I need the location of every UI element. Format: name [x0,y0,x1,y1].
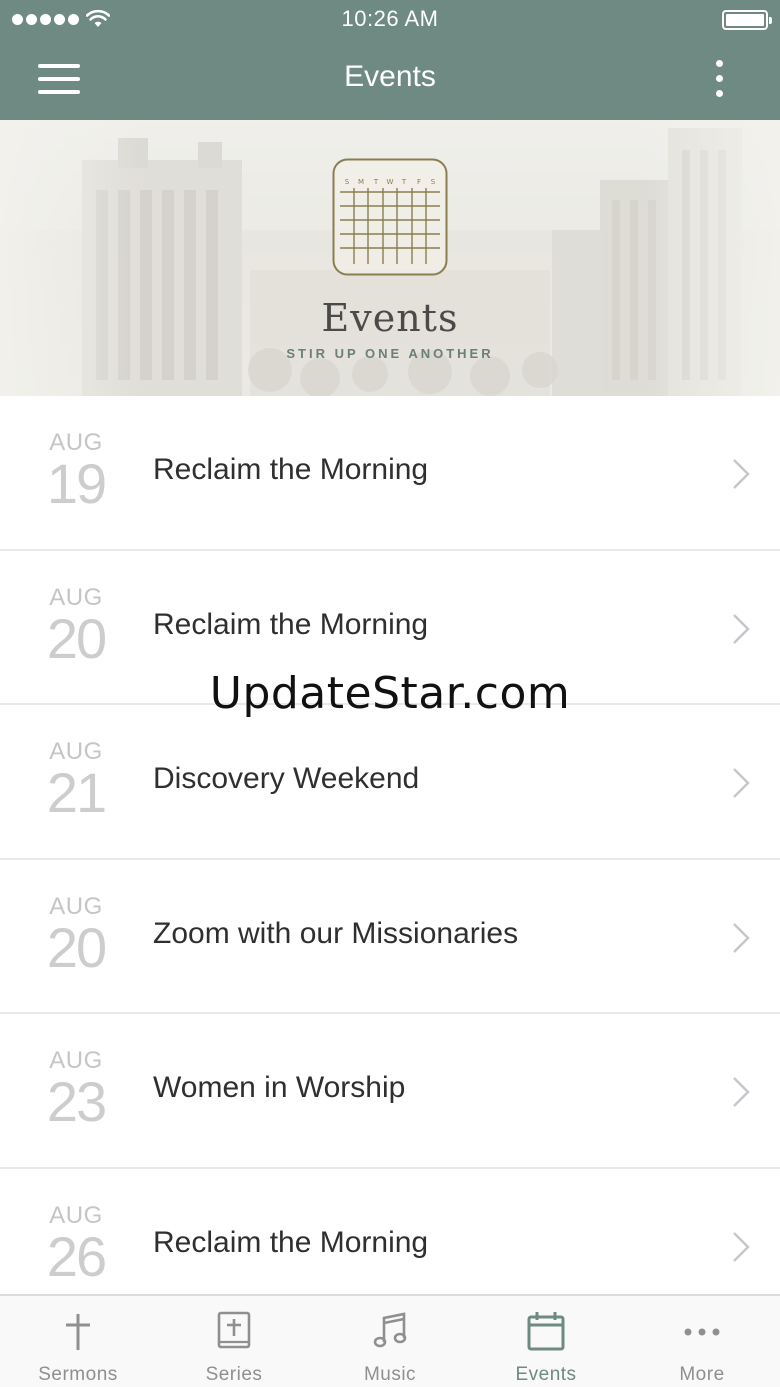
event-day: 21 [46,761,107,825]
event-title: Reclaim the Morning [153,607,429,641]
svg-text:W: W [387,178,394,186]
event-title: Zoom with our Missionaries [153,916,519,950]
more-dots-icon [684,1328,720,1336]
event-row[interactable]: AUG 23 Women in Worship [0,1014,780,1169]
tab-series[interactable]: Series [156,1296,312,1387]
banner-title: Events [321,296,459,340]
svg-text:F: F [417,178,421,186]
calendar-illustration-icon: SMTW TFS [332,158,448,276]
tab-label: Series [205,1364,263,1385]
svg-text:S: S [345,178,350,186]
navigation-bar: 10:26 AM Events [0,0,780,120]
event-date: AUG 20 [28,584,124,670]
calendar-icon [527,1312,565,1351]
bible-icon [217,1311,251,1349]
banner-subtitle: STIR UP ONE ANOTHER [286,346,494,361]
event-date: AUG 19 [28,430,124,512]
tab-label: Music [363,1364,417,1385]
event-title: Discovery Weekend [153,762,420,796]
chevron-right-icon [733,1232,750,1262]
tab-events[interactable]: Events [468,1296,624,1387]
event-day: 20 [46,915,107,979]
event-title: Reclaim the Morning [153,1225,429,1259]
event-row[interactable]: AUG 20 Zoom with our Missionaries [0,859,780,1015]
event-title: Reclaim the Morning [153,453,429,486]
event-day: 26 [46,1224,107,1288]
cross-icon [66,1314,90,1350]
tab-bar: Sermons Series Music Events More [0,1294,780,1387]
svg-text:T: T [373,178,379,186]
event-list: AUG 19 Reclaim the Morning AUG 20 Reclai… [0,396,780,1324]
svg-text:M: M [358,178,364,186]
event-day: 20 [46,606,107,670]
event-date: AUG 26 [28,1202,124,1288]
tab-label: More [679,1364,725,1385]
events-banner: SMTW TFS Events STIR UP ONE ANOTHER [0,120,780,396]
tab-label: Events [515,1364,577,1385]
event-date: AUG 20 [28,893,124,979]
svg-text:S: S [431,178,436,186]
status-time: 10:26 AM [341,6,439,31]
event-date: AUG 23 [28,1048,124,1130]
page-title: Events [344,60,436,93]
event-day: 23 [46,1070,107,1134]
tab-more[interactable]: More [624,1296,780,1387]
event-day: 19 [46,452,107,515]
watermark-text: UpdateStar.com [209,668,571,719]
svg-text:T: T [401,178,407,186]
event-row[interactable]: AUG 21 Discovery Weekend [0,705,780,860]
event-date: AUG 21 [28,739,124,821]
chevron-right-icon [733,768,750,799]
chevron-right-icon [733,922,750,953]
tab-label: Sermons [38,1364,118,1385]
status-bar: 10:26 AM [0,0,780,40]
event-row[interactable]: AUG 19 Reclaim the Morning [0,396,780,551]
event-title: Women in Worship [153,1071,406,1105]
chevron-right-icon [733,459,750,489]
chevron-right-icon [733,1077,750,1108]
chevron-right-icon [733,613,750,644]
tab-sermons[interactable]: Sermons [0,1296,156,1387]
battery-icon [722,10,772,30]
tab-music[interactable]: Music [312,1296,468,1387]
music-note-icon [373,1312,407,1348]
more-options-icon[interactable] [710,58,730,100]
